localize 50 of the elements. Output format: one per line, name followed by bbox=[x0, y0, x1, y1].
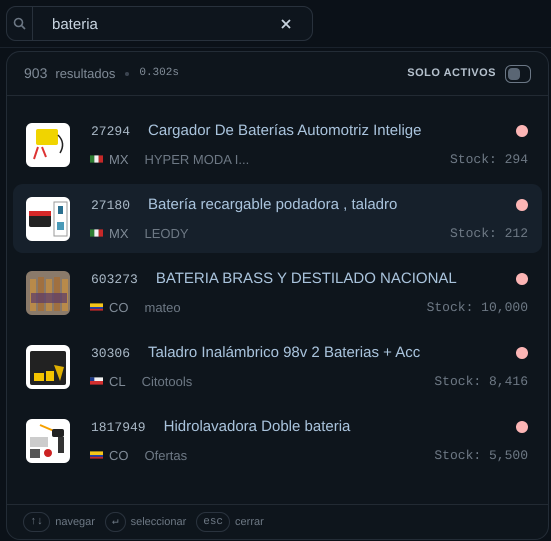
shortcut-label: cerrar bbox=[235, 514, 264, 530]
product-id: 1817949 bbox=[91, 418, 146, 436]
product-title: Hidrolavadora Doble bateria bbox=[164, 417, 350, 437]
product-title: Batería recargable podadora , taladro bbox=[148, 195, 398, 215]
product-title: Cargador De Baterías Automotriz Intelige bbox=[148, 121, 422, 141]
shortcut-label: seleccionar bbox=[130, 514, 186, 530]
search-field[interactable]: bateria bbox=[6, 6, 313, 41]
stock-count: Stock: 8,416 bbox=[434, 372, 528, 390]
country-code: CL bbox=[109, 372, 126, 390]
result-row[interactable]: 1817949 Hidrolavadora Doble bateria CO Ofertas Stock: 5,500 bbox=[13, 406, 542, 475]
country-code: CO bbox=[109, 446, 128, 464]
country-code: MX bbox=[109, 150, 128, 168]
search-icon bbox=[13, 17, 26, 30]
toggle-switch[interactable] bbox=[505, 64, 531, 82]
product-id: 27294 bbox=[91, 122, 130, 140]
stock-count: Stock: 10,000 bbox=[426, 298, 528, 316]
product-title: BATERIA BRASS Y DESTILADO NACIONAL bbox=[156, 269, 457, 289]
result-label: resultados bbox=[55, 64, 116, 83]
stock-count: Stock: 294 bbox=[450, 150, 528, 168]
flag-icon bbox=[90, 155, 103, 164]
product-id: 603273 bbox=[91, 270, 138, 288]
search-text: bateria bbox=[52, 14, 98, 35]
query-time: 0.302s bbox=[139, 66, 179, 82]
flag-icon bbox=[90, 229, 103, 238]
stock-count: Stock: 5,500 bbox=[434, 446, 528, 464]
clear-icon[interactable] bbox=[281, 18, 291, 28]
product-title: Taladro Inalámbrico 98v 2 Baterias + Acc bbox=[148, 343, 420, 363]
result-row[interactable]: 30306 Taladro Inalámbrico 98v 2 Baterias + Acc CL Citotools Stock: 8,416 bbox=[13, 332, 542, 401]
seller-name: Ofertas bbox=[144, 446, 188, 464]
result-count: 903 bbox=[24, 64, 48, 83]
stock-count: Stock: 212 bbox=[450, 224, 528, 242]
key-hint: esc bbox=[196, 512, 230, 532]
key-hint: ↑↓ bbox=[23, 512, 50, 532]
seller-name: HYPER MODA I... bbox=[144, 150, 250, 168]
key-hint: ↵ bbox=[104, 512, 126, 532]
flag-icon bbox=[90, 451, 103, 460]
flag-icon bbox=[90, 377, 103, 386]
flag-icon bbox=[90, 303, 103, 312]
product-id: 27180 bbox=[91, 196, 130, 214]
result-row[interactable]: 603273 BATERIA BRASS Y DESTILADO NACIONAL CO mateo Stock: 10,000 bbox=[13, 258, 542, 327]
seller-name: Citotools bbox=[142, 372, 192, 390]
seller-name: mateo bbox=[144, 298, 181, 316]
result-row[interactable]: 27294 Cargador De Baterías Automotriz Intelige MX HYPER MODA I... Stock: 294 bbox=[13, 110, 542, 179]
result-row[interactable]: 27180 Batería recargable podadora , taladro MX LEODY Stock: 212 bbox=[13, 184, 542, 253]
country-code: MX bbox=[109, 224, 128, 242]
country-code: CO bbox=[109, 298, 128, 316]
filter-label: SOLO ACTIVOS bbox=[407, 66, 496, 82]
product-id: 30306 bbox=[91, 344, 130, 362]
seller-name: LEODY bbox=[144, 224, 189, 242]
shortcut-label: navegar bbox=[55, 514, 95, 530]
